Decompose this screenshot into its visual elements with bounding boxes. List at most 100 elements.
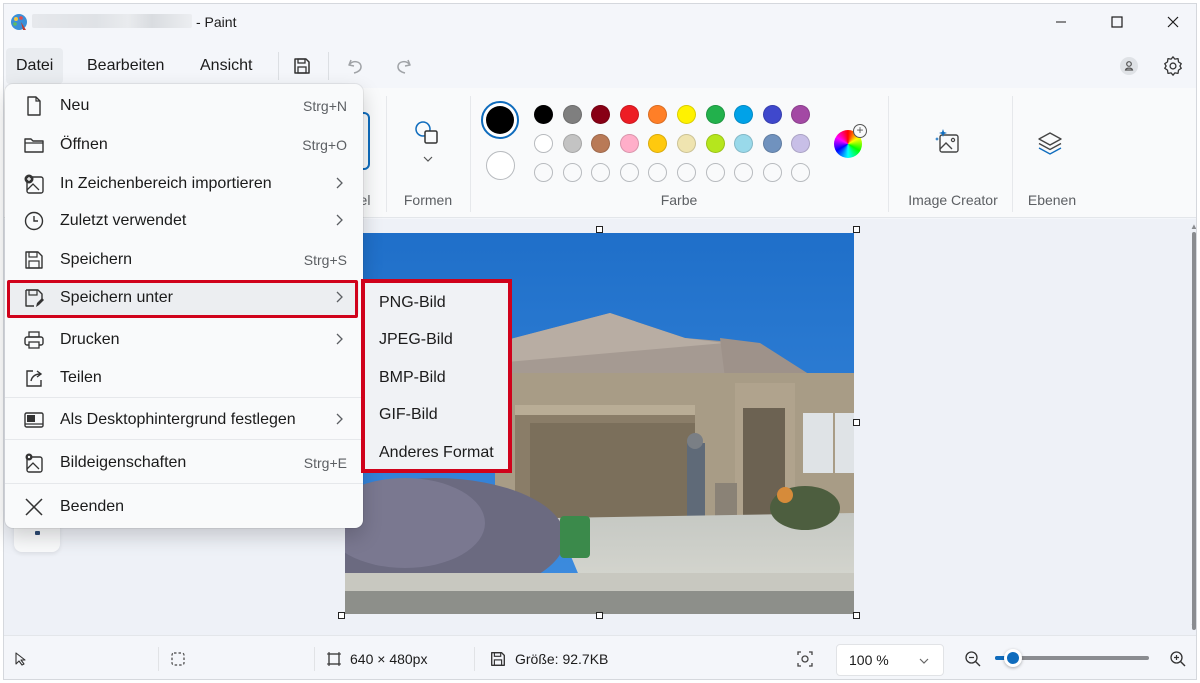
custom-color-slot[interactable]	[677, 163, 696, 182]
minimize-button[interactable]	[1038, 4, 1084, 40]
resize-handle[interactable]	[596, 226, 603, 233]
desktop-background-icon	[23, 409, 45, 431]
file-menu-item-bildeigenschaften[interactable]: Bildeigenschaften Strg+E	[9, 445, 359, 481]
custom-color-slot[interactable]	[534, 163, 553, 182]
color-swatch[interactable]	[762, 105, 782, 124]
file-menu-item-neu[interactable]: Neu Strg+N	[9, 88, 359, 124]
scroll-down-arrow[interactable]: ▼	[1190, 622, 1196, 631]
custom-color-slot[interactable]	[591, 163, 611, 182]
save-icon	[491, 652, 505, 666]
color-swatch[interactable]	[648, 134, 668, 153]
file-menu-item-beenden[interactable]: Beenden	[9, 489, 359, 525]
custom-color-slot[interactable]	[648, 163, 668, 182]
redo-button[interactable]	[391, 54, 415, 78]
color-swatch[interactable]	[762, 134, 782, 153]
color-swatch[interactable]	[734, 134, 754, 153]
menu-datei[interactable]: Datei	[6, 48, 64, 84]
color-swatch[interactable]	[734, 105, 754, 124]
save-as-option-png-bild[interactable]: PNG-Bild	[379, 294, 446, 312]
primary-color-selector[interactable]	[481, 101, 519, 139]
menu-divider	[5, 483, 363, 484]
color-swatch[interactable]	[677, 134, 696, 153]
file-menu-item-in-zeichenbereich-importieren[interactable]: In Zeichenbereich importieren	[9, 166, 359, 202]
color-swatch[interactable]	[619, 134, 639, 153]
pointer-icon	[15, 652, 26, 666]
color-swatch[interactable]	[791, 134, 811, 153]
secondary-color-swatch[interactable]	[486, 151, 515, 180]
maximize-button[interactable]	[1094, 4, 1140, 40]
color-swatch[interactable]	[677, 105, 696, 124]
layers-button[interactable]	[1036, 130, 1064, 158]
file-menu-item-zuletzt-verwendet[interactable]: Zuletzt verwendet	[9, 203, 359, 239]
shapes-button[interactable]	[408, 118, 444, 168]
resize-handle[interactable]	[596, 612, 603, 619]
vertical-scrollbar[interactable]	[1192, 232, 1196, 630]
menu-item-label: Beenden	[60, 498, 125, 515]
save-as-option-gif-bild[interactable]: GIF-Bild	[379, 406, 438, 424]
menu-bearbeiten[interactable]: Bearbeiten	[77, 48, 174, 84]
color-swatch[interactable]	[705, 105, 725, 124]
settings-button[interactable]	[1161, 54, 1185, 78]
image-creator-button[interactable]	[934, 128, 962, 156]
quick-save-button[interactable]	[290, 54, 314, 78]
file-size: Größe: 92.7KB	[489, 636, 608, 679]
color-swatch[interactable]	[791, 105, 811, 124]
image-creator-icon	[935, 129, 959, 153]
color-swatch[interactable]	[562, 105, 582, 124]
printer-icon	[23, 329, 45, 351]
share-icon	[23, 367, 45, 389]
save-as-option-bmp-bild[interactable]: BMP-Bild	[379, 369, 446, 387]
custom-color-slot[interactable]	[705, 163, 725, 182]
zoom-level-dropdown[interactable]: 100 %	[836, 644, 944, 676]
color-swatch[interactable]	[534, 105, 553, 124]
menu-ansicht[interactable]: Ansicht	[190, 48, 262, 84]
ribbon-divider	[1012, 96, 1013, 212]
minimize-icon	[1056, 21, 1066, 23]
zoom-in-button[interactable]	[1169, 636, 1187, 679]
color-swatch[interactable]	[619, 105, 639, 124]
file-menu-item-als-desktophintergrund-festlegen[interactable]: Als Desktophintergrund festlegen	[9, 402, 359, 438]
menu-item-label: Neu	[60, 97, 90, 114]
chevron-down-icon	[423, 156, 433, 162]
undo-button[interactable]	[344, 54, 368, 78]
color-swatch[interactable]	[562, 134, 582, 153]
primary-color-swatch	[486, 106, 514, 134]
close-icon	[1167, 16, 1179, 28]
menu-item-label: Speichern	[60, 251, 133, 268]
save-as-option-jpeg-bild[interactable]: JPEG-Bild	[379, 331, 453, 349]
custom-color-slot[interactable]	[619, 163, 639, 182]
chevron-right-icon	[335, 332, 343, 348]
chevron-right-icon	[335, 176, 343, 192]
menu-item-shortcut: Strg+S	[303, 252, 347, 268]
resize-handle[interactable]	[853, 419, 860, 426]
color-swatch[interactable]	[591, 134, 611, 153]
account-button[interactable]	[1117, 54, 1141, 78]
scroll-up-arrow[interactable]: ▲	[1190, 222, 1196, 231]
custom-color-slot[interactable]	[762, 163, 782, 182]
file-menu-item-speichern[interactable]: Speichern Strg+S	[9, 242, 359, 278]
color-swatch[interactable]	[534, 134, 553, 153]
resize-handle[interactable]	[853, 226, 860, 233]
menu-item-label: Drucken	[60, 331, 120, 348]
custom-color-slot[interactable]	[791, 163, 811, 182]
file-menu-item-teilen[interactable]: Teilen	[9, 360, 359, 396]
ribbon-divider	[386, 96, 387, 212]
close-button[interactable]	[1150, 4, 1196, 40]
resize-handle[interactable]	[338, 612, 345, 619]
custom-color-slot[interactable]	[734, 163, 754, 182]
color-swatch[interactable]	[591, 105, 611, 124]
file-menu-item-öffnen[interactable]: Öffnen Strg+O	[9, 127, 359, 163]
color-swatch[interactable]	[705, 134, 725, 153]
file-menu-item-drucken[interactable]: Drucken	[9, 322, 359, 358]
fit-screen-icon	[797, 651, 813, 667]
zoom-out-icon	[965, 651, 981, 667]
save-as-option-anderes-format[interactable]: Anderes Format	[379, 444, 494, 462]
color-swatch[interactable]	[648, 105, 668, 124]
zoom-out-button[interactable]	[964, 636, 982, 679]
fit-to-window-button[interactable]	[796, 636, 814, 679]
resize-handle[interactable]	[853, 612, 860, 619]
edit-colors-button[interactable]: +	[834, 124, 867, 160]
custom-color-slot[interactable]	[562, 163, 582, 182]
close-icon	[23, 496, 45, 518]
menubar-divider	[278, 52, 279, 80]
